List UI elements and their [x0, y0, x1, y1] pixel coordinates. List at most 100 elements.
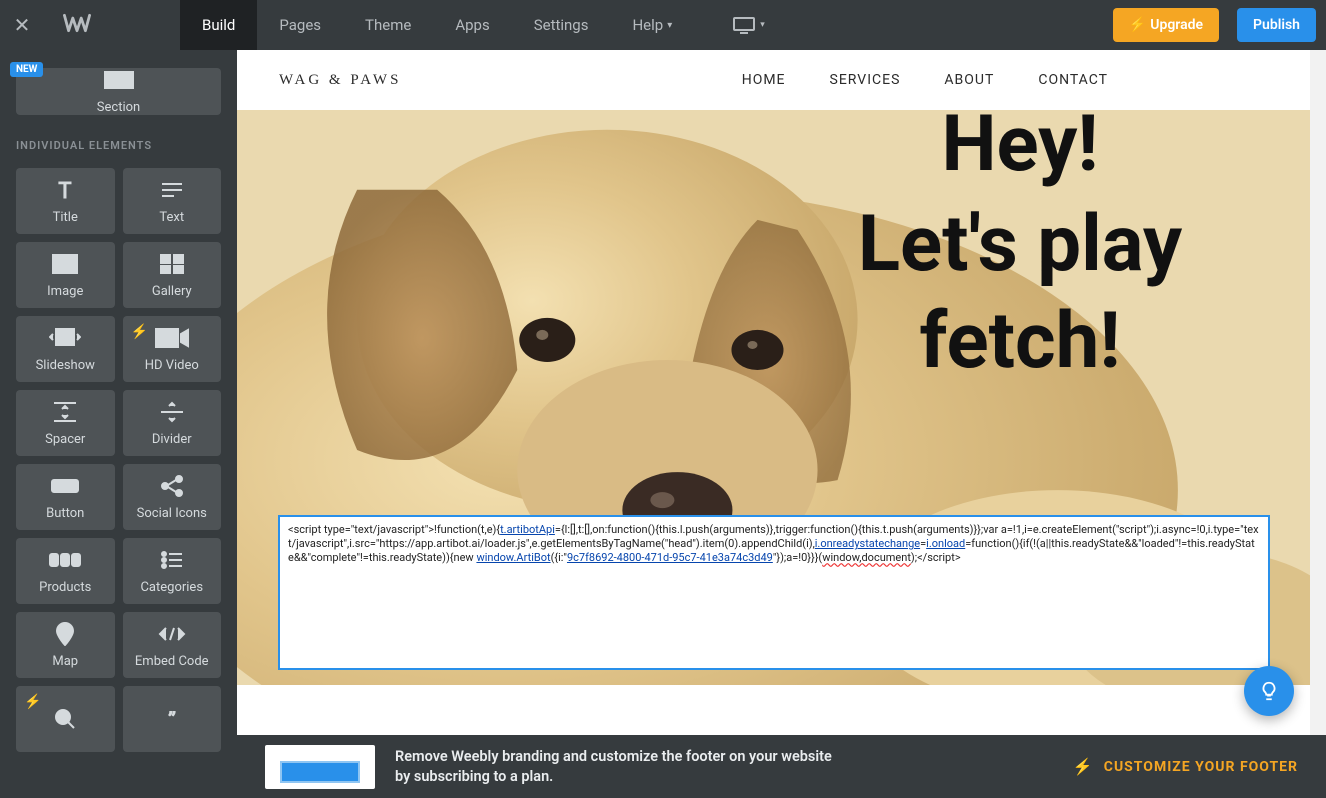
embed-link-2[interactable]: i.onreadystatechange: [815, 537, 920, 550]
social-icon: [160, 474, 184, 498]
tab-help[interactable]: Help▾: [610, 0, 694, 50]
tile-image[interactable]: Image: [16, 242, 115, 308]
tile-hdvideo[interactable]: ⚡ HD Video: [123, 316, 222, 382]
footer-thumb: [265, 745, 375, 789]
section-icon: [104, 68, 134, 92]
canvas: WAG & PAWS HOME SERVICES ABOUT CONTACT: [237, 50, 1326, 735]
hero-section[interactable]: Hey! Let's play fetch! <script type="tex…: [237, 110, 1310, 685]
tile-extra-2[interactable]: ”: [123, 686, 222, 752]
tab-theme[interactable]: Theme: [343, 0, 433, 50]
topbar: ✕ Build Pages Theme Apps Settings Help▾ …: [0, 0, 1326, 50]
lightbulb-icon: [1258, 680, 1280, 702]
hero-line-3: fetch!: [770, 297, 1270, 387]
hero-line-2: Let's play: [770, 200, 1270, 290]
tile-label: Title: [53, 210, 78, 225]
button-icon: [51, 474, 79, 498]
tile-label: Slideshow: [36, 358, 95, 373]
tile-section[interactable]: NEW Section: [16, 68, 221, 115]
search-icon: [54, 707, 76, 731]
tile-label: Spacer: [45, 432, 85, 447]
tile-label: Section: [97, 100, 140, 115]
svg-text:”: ”: [168, 711, 176, 727]
tile-map[interactable]: Map: [16, 612, 115, 678]
footer-upsell: Remove Weebly branding and customize the…: [237, 735, 1326, 798]
quote-icon: ”: [160, 707, 184, 731]
below-hero-section[interactable]: [237, 685, 1310, 735]
site-preview[interactable]: WAG & PAWS HOME SERVICES ABOUT CONTACT: [237, 50, 1310, 735]
nav-services[interactable]: SERVICES: [830, 72, 901, 88]
customize-footer-button[interactable]: ⚡ CUSTOMIZE YOUR FOOTER: [1073, 757, 1298, 776]
site-nav: HOME SERVICES ABOUT CONTACT: [742, 72, 1108, 88]
lightning-icon: ⚡: [1129, 17, 1146, 33]
tab-pages[interactable]: Pages: [257, 0, 343, 50]
embed-code-block[interactable]: <script type="text/javascript">!function…: [278, 515, 1270, 670]
site-logo[interactable]: WAG & PAWS: [279, 72, 401, 89]
help-bubble[interactable]: [1244, 666, 1294, 716]
tile-embedcode[interactable]: Embed Code: [123, 612, 222, 678]
products-icon: [49, 548, 81, 572]
site-header: WAG & PAWS HOME SERVICES ABOUT CONTACT: [237, 50, 1310, 110]
nav-about[interactable]: ABOUT: [944, 72, 994, 88]
lightning-icon: ⚡: [24, 694, 41, 710]
lightning-icon: ⚡: [1073, 757, 1094, 776]
tile-label: Gallery: [152, 284, 192, 299]
new-badge: NEW: [10, 62, 43, 77]
tile-label: Embed Code: [135, 654, 209, 669]
tile-label: Categories: [140, 580, 203, 595]
tile-label: Text: [159, 210, 184, 225]
tile-label: Products: [39, 580, 91, 595]
embedcode-icon: [158, 622, 186, 646]
embed-spell: window,document: [822, 551, 911, 564]
chevron-down-icon: ▾: [667, 20, 672, 31]
nav-home[interactable]: HOME: [742, 72, 786, 88]
chevron-down-icon: ▾: [760, 20, 765, 30]
hero-line-1: Hey!: [770, 110, 1270, 190]
text-icon: [160, 178, 184, 202]
publish-button[interactable]: Publish: [1237, 8, 1316, 42]
spacer-icon: [52, 400, 78, 424]
map-icon: [55, 622, 75, 646]
tile-spacer[interactable]: Spacer: [16, 390, 115, 456]
lightning-icon: ⚡: [131, 324, 148, 340]
tile-label: Image: [47, 284, 83, 299]
slideshow-icon: [49, 326, 81, 350]
tile-socialicons[interactable]: Social Icons: [123, 464, 222, 530]
elements-panel[interactable]: NEW Section INDIVIDUAL ELEMENTS T Title …: [0, 50, 237, 798]
image-icon: [52, 252, 78, 276]
embed-link-1[interactable]: t.artibotApi: [500, 523, 555, 536]
tile-label: Button: [46, 506, 84, 521]
embed-link-5[interactable]: 9c7f8692-4800-471d-95c7-41e3a74c3d49: [567, 551, 773, 564]
embed-link-4[interactable]: window.ArtiBot: [476, 551, 550, 564]
tile-categories[interactable]: Categories: [123, 538, 222, 604]
tile-label: Map: [52, 654, 78, 669]
tile-label: HD Video: [145, 358, 199, 373]
nav-tabs: Build Pages Theme Apps Settings Help▾: [180, 0, 694, 50]
canvas-scroll[interactable]: WAG & PAWS HOME SERVICES ABOUT CONTACT: [237, 50, 1326, 735]
tile-title[interactable]: T Title: [16, 168, 115, 234]
embed-link-3[interactable]: i.onload: [926, 537, 965, 550]
tile-label: Divider: [152, 432, 192, 447]
footer-text: Remove Weebly branding and customize the…: [395, 747, 835, 786]
tile-products[interactable]: Products: [16, 538, 115, 604]
svg-text:T: T: [59, 180, 72, 200]
weebly-logo[interactable]: [42, 12, 112, 38]
device-preview-dropdown[interactable]: ▾: [732, 16, 765, 34]
hero-text[interactable]: Hey! Let's play fetch!: [770, 110, 1270, 387]
tile-gallery[interactable]: Gallery: [123, 242, 222, 308]
title-icon: T: [54, 178, 76, 202]
divider-icon: [159, 400, 185, 424]
gallery-icon: [160, 252, 184, 276]
close-icon[interactable]: ✕: [10, 13, 34, 37]
tab-build[interactable]: Build: [180, 0, 257, 50]
upgrade-button[interactable]: ⚡Upgrade: [1113, 8, 1219, 42]
tile-divider[interactable]: Divider: [123, 390, 222, 456]
tab-settings[interactable]: Settings: [512, 0, 611, 50]
tile-slideshow[interactable]: Slideshow: [16, 316, 115, 382]
tile-label: Social Icons: [137, 506, 207, 521]
hdvideo-icon: [155, 326, 189, 350]
nav-contact[interactable]: CONTACT: [1038, 72, 1108, 88]
tile-button[interactable]: Button: [16, 464, 115, 530]
tile-extra-1[interactable]: ⚡: [16, 686, 115, 752]
tab-apps[interactable]: Apps: [433, 0, 511, 50]
tile-text[interactable]: Text: [123, 168, 222, 234]
